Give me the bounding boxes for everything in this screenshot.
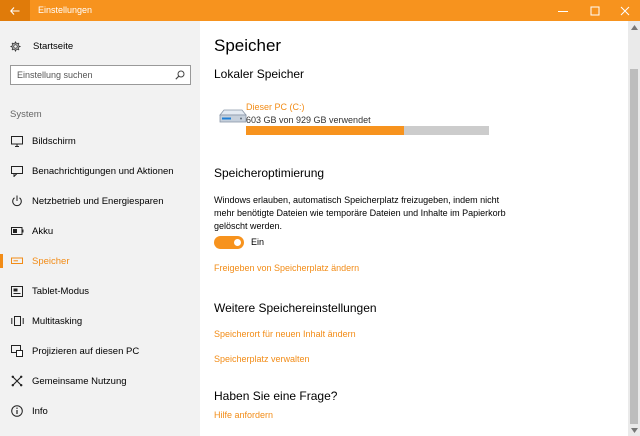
battery-icon [10, 224, 24, 238]
optimization-description: Windows erlauben, automatisch Speicherpl… [214, 195, 506, 231]
sidebar-item-notifications[interactable]: Benachrichtigungen und Aktionen [0, 161, 200, 181]
project-icon [10, 344, 24, 358]
sidebar-item-multitasking[interactable]: Multitasking [0, 311, 200, 331]
sidebar-item-label: Projizieren auf diesen PC [32, 345, 140, 357]
info-icon [10, 404, 24, 418]
sidebar-item-share[interactable]: Gemeinsame Nutzung [0, 371, 200, 391]
sidebar-item-display[interactable]: Bildschirm [0, 131, 200, 151]
close-button[interactable] [610, 0, 640, 21]
drive-name-link[interactable]: Dieser PC (C:) [246, 102, 305, 112]
sidebar-item-storage[interactable]: Speicher [0, 251, 200, 271]
storage-sense-toggle[interactable] [214, 236, 244, 249]
section-label-system: System [10, 109, 42, 120]
monitor-icon [10, 134, 24, 148]
maximize-icon [590, 6, 600, 15]
free-space-link[interactable]: Freigeben von Speicherplatz ändern [214, 263, 359, 273]
drive-icon[interactable] [218, 105, 248, 127]
scrollbar[interactable] [628, 21, 640, 436]
scroll-up-arrow[interactable] [628, 21, 640, 33]
storage-icon [10, 254, 24, 268]
scroll-thumb[interactable] [630, 69, 638, 424]
sidebar-item-project[interactable]: Projizieren auf diesen PC [0, 341, 200, 361]
change-save-location-link[interactable]: Speicherort für neuen Inhalt ändern [214, 329, 356, 339]
main-content: Speicher Lokaler Speicher Dieser PC (C:)… [200, 21, 628, 436]
scroll-down-arrow[interactable] [628, 424, 640, 436]
manage-storage-link[interactable]: Speicherplatz verwalten [214, 354, 310, 364]
sidebar-item-label: Bildschirm [32, 135, 76, 147]
toggle-state-label: Ein [251, 237, 265, 247]
chevron-up-icon [630, 24, 638, 30]
search-input[interactable]: Einstellung suchen [10, 65, 191, 85]
sidebar-item-label: Speicher [32, 255, 70, 267]
home-label: Startseite [33, 40, 74, 52]
page-title: Speicher [214, 36, 282, 55]
sidebar-item-label: Gemeinsame Nutzung [32, 375, 127, 387]
sidebar-item-label: Netzbetrieb und Energiesparen [32, 195, 164, 207]
share-icon [10, 374, 24, 388]
search-placeholder: Einstellung suchen [17, 70, 93, 80]
storage-usage-fill [246, 126, 404, 135]
minimize-button[interactable] [548, 0, 578, 21]
power-icon [10, 194, 24, 208]
notification-icon [10, 164, 24, 178]
more-settings-heading: Weitere Speichereinstellungen [214, 301, 377, 315]
home-link[interactable]: Startseite [10, 39, 73, 53]
sidebar-item-tablet-mode[interactable]: Tablet-Modus [0, 281, 200, 301]
search-icon[interactable] [175, 70, 185, 80]
minimize-icon [558, 10, 568, 12]
back-arrow-icon [10, 6, 20, 15]
sidebar-item-label: Info [32, 405, 48, 417]
maximize-button[interactable] [580, 0, 610, 21]
gear-icon [10, 40, 21, 52]
title-bar: Einstellungen [0, 0, 640, 21]
optimization-heading: Speicheroptimierung [214, 166, 325, 180]
storage-usage-bar [246, 126, 489, 135]
get-help-link[interactable]: Hilfe anfordern [214, 410, 273, 420]
sidebar-item-battery[interactable]: Akku [0, 221, 200, 241]
sidebar-item-info[interactable]: Info [0, 401, 200, 421]
local-storage-heading: Lokaler Speicher [214, 67, 305, 81]
back-button[interactable] [0, 0, 30, 21]
close-icon [620, 6, 630, 15]
multitasking-icon [10, 314, 24, 328]
window-title: Einstellungen [38, 5, 93, 15]
drive-usage-text: 603 GB von 929 GB verwendet [246, 115, 371, 125]
sidebar-item-label: Akku [32, 225, 54, 237]
sidebar-item-label: Benachrichtigungen und Aktionen [32, 165, 174, 177]
question-heading: Haben Sie eine Frage? [214, 389, 338, 403]
sidebar-item-label: Tablet-Modus [32, 285, 90, 297]
tablet-mode-icon [10, 284, 24, 298]
sidebar-item-label: Multitasking [32, 315, 83, 327]
chevron-down-icon [630, 427, 638, 433]
sidebar-item-power[interactable]: Netzbetrieb und Energiesparen [0, 191, 200, 211]
